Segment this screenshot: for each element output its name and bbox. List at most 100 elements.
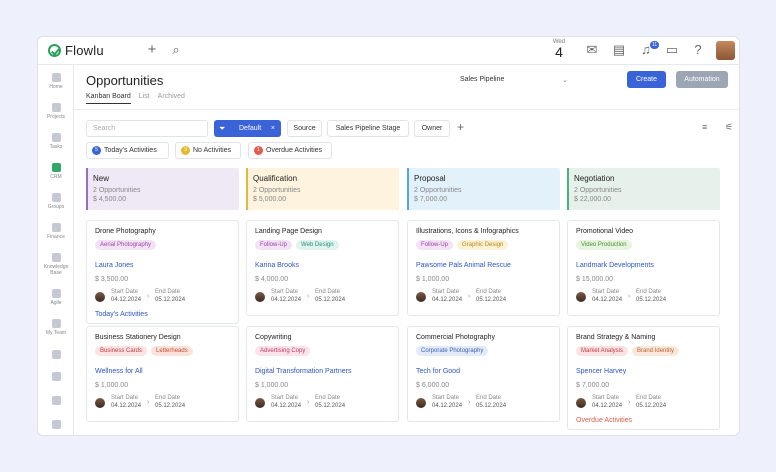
sidebar-item-extra-2[interactable] xyxy=(38,372,74,383)
contact-link[interactable]: Pawsome Pals Animal Rescue xyxy=(416,262,511,269)
opportunity-card[interactable]: Illustrations, Icons & Infographics Follo… xyxy=(407,220,560,316)
owner-avatar[interactable] xyxy=(95,292,105,302)
column-total: $ 7,000.00 xyxy=(414,196,448,203)
opportunity-card[interactable]: Commercial Photography Corporate Photogra… xyxy=(407,326,560,422)
add-filter-icon[interactable]: + xyxy=(457,120,464,134)
gear-icon[interactable]: ⚙ xyxy=(738,73,739,86)
tag: Follow-Up xyxy=(416,240,454,250)
opportunity-card[interactable]: Promotional Video Video Production Landmar… xyxy=(567,220,720,316)
plus-icon[interactable]: + xyxy=(144,42,160,58)
app-window: Flowlu + ⌕ Wed 4 ✉ ▤ ♫ 11 ▭ ? Home Proje… xyxy=(37,36,740,436)
card-title: Business Stationery Design xyxy=(95,334,181,341)
sidebar-item-extra-4[interactable] xyxy=(38,420,74,431)
column-header[interactable]: Negotiation 2 Opportunities $ 22,000.00 xyxy=(567,168,720,210)
owner-avatar[interactable] xyxy=(576,398,586,408)
owner-avatar[interactable] xyxy=(416,398,426,408)
user-avatar[interactable] xyxy=(716,41,735,60)
main-content: Opportunities Kanban Board List Archived… xyxy=(74,65,739,435)
search-input[interactable]: Search xyxy=(86,120,208,137)
pipeline-select[interactable]: Sales Pipeline ⌄ xyxy=(460,76,568,84)
contact-link[interactable]: Tech for Good xyxy=(416,368,460,375)
sidebar-item-knowledge-base[interactable]: Knowledge Base xyxy=(38,253,74,276)
sidebar-item-my-team[interactable]: My Team xyxy=(38,319,74,336)
automation-button[interactable]: Automation xyxy=(676,71,728,88)
date-widget[interactable]: Wed 4 xyxy=(549,39,569,59)
sidebar-item-agile[interactable]: Agile xyxy=(38,289,74,306)
activity-filter-overdue[interactable]: 1 Overdue Activities xyxy=(248,142,332,159)
help-icon[interactable]: ? xyxy=(690,42,706,58)
activity-count: 3 xyxy=(181,146,190,155)
sidebar-item-groups[interactable]: Groups xyxy=(38,193,74,210)
end-date: 05.12.2024 xyxy=(636,297,667,303)
sidebar-item-extra-3[interactable] xyxy=(38,396,74,407)
activity-count: 5 xyxy=(92,146,101,155)
sort-icon[interactable]: ≡ xyxy=(702,122,707,132)
tab-kanban-board[interactable]: Kanban Board xyxy=(86,93,131,104)
filter-chip-owner[interactable]: Owner xyxy=(414,120,450,137)
activity-status[interactable]: Overdue Activities xyxy=(576,417,632,424)
tag: Aerial Photography xyxy=(95,240,157,250)
settings-sliders-icon[interactable]: ⚟ xyxy=(725,122,733,133)
tag-list: Market Analysis Brand Identity xyxy=(576,346,680,356)
date-range: Start Date 04.12.2024 › End Date 05.12.2024 xyxy=(95,395,235,411)
default-filter-button[interactable]: ⏷ Default × xyxy=(214,120,281,137)
sidebar-item-home[interactable]: Home xyxy=(38,73,74,90)
default-filter-label: Default xyxy=(239,125,262,132)
owner-avatar[interactable] xyxy=(255,292,265,302)
sidebar-item-finance[interactable]: Finance xyxy=(38,223,74,240)
contact-link[interactable]: Laura Jones xyxy=(95,262,134,269)
filter-chip-stage[interactable]: Sales Pipeline Stage xyxy=(327,120,409,137)
contact-link[interactable]: Landmark Developments xyxy=(576,262,654,269)
sidebar: Home Projects Tasks CRM Groups Finance K… xyxy=(38,65,74,435)
column-header[interactable]: Qualification 2 Opportunities $ 5,000.00 xyxy=(246,168,399,210)
owner-avatar[interactable] xyxy=(255,398,265,408)
tag: Video Production xyxy=(576,240,632,250)
sidebar-item-crm[interactable]: CRM xyxy=(38,163,74,180)
chat-icon[interactable]: ▭ xyxy=(664,42,680,58)
end-date: 05.12.2024 xyxy=(315,297,346,303)
end-date: 05.12.2024 xyxy=(636,403,667,409)
owner-avatar[interactable] xyxy=(416,292,426,302)
owner-avatar[interactable] xyxy=(95,398,105,408)
search-icon[interactable]: ⌕ xyxy=(168,42,184,58)
opportunity-card[interactable]: Drone Photography Aerial Photography Laura… xyxy=(86,220,239,324)
sidebar-label: Projects xyxy=(46,114,66,120)
logo-icon xyxy=(48,44,61,57)
mail-icon[interactable]: ✉ xyxy=(584,42,600,58)
close-icon[interactable]: × xyxy=(271,120,275,137)
sidebar-item-projects[interactable]: Projects xyxy=(38,103,74,120)
pipeline-value: Sales Pipeline xyxy=(460,76,505,83)
column-header[interactable]: New 2 Opportunities $ 4,500.00 xyxy=(86,168,239,210)
activity-status[interactable]: Today's Activities xyxy=(95,311,148,318)
sidebar-item-extra-1[interactable] xyxy=(38,350,74,361)
opportunity-card[interactable]: Landing Page Design Follow-Up Web Design Ka… xyxy=(246,220,399,316)
tag: Business Cards xyxy=(95,346,148,356)
start-date-label: Start Date xyxy=(111,395,139,401)
contact-link[interactable]: Digital Transformation Partners xyxy=(255,368,351,375)
tag: Follow-Up xyxy=(255,240,293,250)
start-date-label: Start Date xyxy=(432,289,460,295)
card-title: Illustrations, Icons & Infographics xyxy=(416,228,519,235)
contact-link[interactable]: Karina Brooks xyxy=(255,262,299,269)
opportunity-card[interactable]: Brand Strategy & Naming Market Analysis Br… xyxy=(567,326,720,430)
logo[interactable]: Flowlu xyxy=(48,43,104,58)
notes-icon[interactable]: ▤ xyxy=(611,42,627,58)
opportunity-card[interactable]: Business Stationery Design Business Cards… xyxy=(86,326,239,422)
arrow-right-icon: › xyxy=(307,399,310,406)
end-date: 05.12.2024 xyxy=(476,297,507,303)
column-header[interactable]: Proposal 2 Opportunities $ 7,000.00 xyxy=(407,168,560,210)
contact-link[interactable]: Spencer Harvey xyxy=(576,368,626,375)
owner-avatar[interactable] xyxy=(576,292,586,302)
date-range: Start Date 04.12.2024 › End Date 05.12.2024 xyxy=(95,289,235,305)
opportunity-card[interactable]: Copywriting Advertising Copy Digital Trans… xyxy=(246,326,399,422)
contact-link[interactable]: Wellness for All xyxy=(95,368,143,375)
create-button[interactable]: Create xyxy=(627,71,666,88)
activity-filter-today[interactable]: 5 Today's Activities xyxy=(86,142,169,159)
tab-archived[interactable]: Archived xyxy=(158,93,185,104)
tab-list[interactable]: List xyxy=(139,93,150,104)
sidebar-item-tasks[interactable]: Tasks xyxy=(38,133,74,150)
end-date: 05.12.2024 xyxy=(315,403,346,409)
column-name: Negotiation xyxy=(574,174,615,183)
filter-chip-source[interactable]: Source xyxy=(287,120,322,137)
activity-filter-none[interactable]: 3 No Activities xyxy=(175,142,241,159)
